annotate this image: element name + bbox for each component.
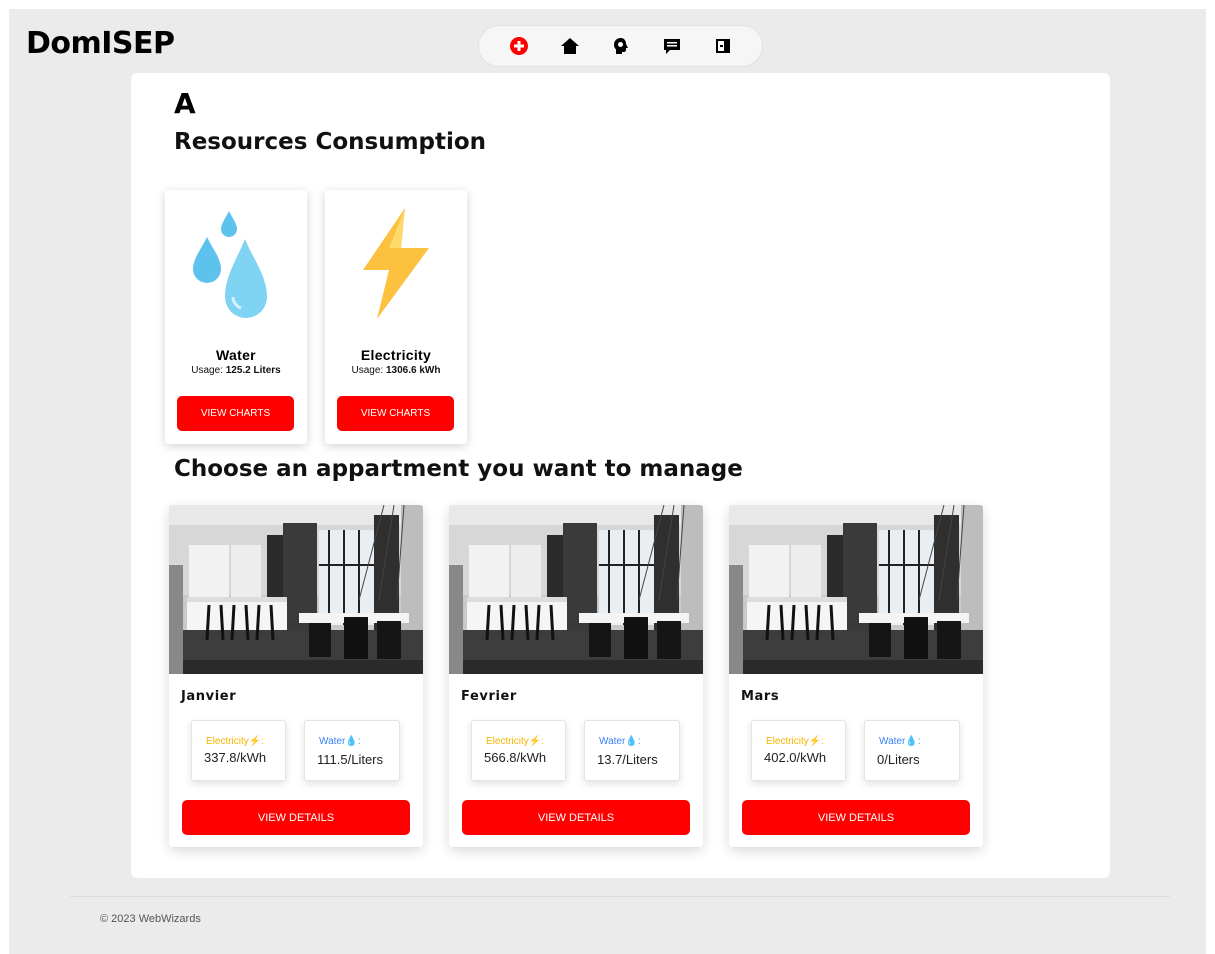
app-brand[interactable]: DomISEP xyxy=(26,26,175,61)
apartment-card: Mars Electricity⚡: 402.0/kWh Water💧: 0/L… xyxy=(729,505,983,847)
apartment-name: Fevrier xyxy=(461,689,517,704)
resource-usage: Usage: 125.2 Liters xyxy=(191,365,281,376)
resource-usage: Usage: 1306.6 kWh xyxy=(351,365,441,376)
view-details-button[interactable]: VIEW DETAILS xyxy=(462,800,690,835)
water-value: 0/Liters xyxy=(877,752,920,767)
bolt-icon: ⚡ xyxy=(528,736,542,747)
water-value: 13.7/Liters xyxy=(597,752,658,767)
home-icon[interactable] xyxy=(558,34,582,58)
water-label: Water💧: xyxy=(599,736,641,747)
view-details-button[interactable]: VIEW DETAILS xyxy=(182,800,410,835)
lightning-icon xyxy=(325,202,467,332)
resources-heading: Resources Consumption xyxy=(174,129,487,155)
apartments-heading: Choose an appartment you want to manage xyxy=(174,456,743,482)
apartment-photo xyxy=(169,505,423,674)
electricity-resource-card: Electricity Usage: 1306.6 kWh VIEW CHART… xyxy=(325,190,467,444)
bolt-icon: ⚡ xyxy=(248,736,262,747)
logout-icon[interactable] xyxy=(711,34,735,58)
electricity-view-charts-button[interactable]: VIEW CHARTS xyxy=(337,396,454,431)
droplet-icon: 💧 xyxy=(905,736,918,747)
top-navbar xyxy=(478,25,763,67)
electricity-stat: Electricity⚡: 566.8/kWh xyxy=(471,720,566,781)
apartment-photo xyxy=(729,505,983,674)
water-value: 111.5/Liters xyxy=(317,752,384,767)
water-drops-icon xyxy=(165,202,307,332)
droplet-icon: 💧 xyxy=(345,736,358,747)
add-circle-icon[interactable] xyxy=(507,34,531,58)
water-label: Water💧: xyxy=(319,736,361,747)
water-stat: Water💧: 111.5/Liters xyxy=(304,720,400,781)
electricity-value: 402.0/kWh xyxy=(764,750,827,765)
building-name: A xyxy=(174,87,196,120)
electricity-stat: Electricity⚡: 337.8/kWh xyxy=(191,720,286,781)
apartment-name: Mars xyxy=(741,689,780,704)
electricity-label: Electricity⚡: xyxy=(206,736,265,747)
electricity-value: 337.8/kWh xyxy=(204,750,267,765)
apartment-card: Fevrier Electricity⚡: 566.8/kWh Water💧: … xyxy=(449,505,703,847)
electricity-stat: Electricity⚡: 402.0/kWh xyxy=(751,720,846,781)
droplet-icon: 💧 xyxy=(625,736,638,747)
main-panel: A Resources Consumption Water Usage: 125… xyxy=(131,73,1110,878)
electricity-label: Electricity⚡: xyxy=(766,736,825,747)
view-details-button[interactable]: VIEW DETAILS xyxy=(742,800,970,835)
apartment-photo xyxy=(449,505,703,674)
apartment-card: Janvier Electricity⚡: 337.8/kWh Water💧: … xyxy=(169,505,423,847)
water-stat: Water💧: 0/Liters xyxy=(864,720,960,781)
resource-name: Water xyxy=(216,347,256,363)
footer-divider xyxy=(70,896,1170,897)
apartment-name: Janvier xyxy=(181,689,237,704)
electricity-value: 566.8/kWh xyxy=(484,750,547,765)
message-icon[interactable] xyxy=(660,34,684,58)
footer-copyright: © 2023 WebWizards xyxy=(100,913,201,925)
electricity-label: Electricity⚡: xyxy=(486,736,545,747)
resource-name: Electricity xyxy=(360,347,432,363)
bolt-icon: ⚡ xyxy=(808,736,822,747)
water-view-charts-button[interactable]: VIEW CHARTS xyxy=(177,396,294,431)
head-idea-icon[interactable] xyxy=(609,34,633,58)
water-resource-card: Water Usage: 125.2 Liters VIEW CHARTS xyxy=(165,190,307,444)
water-stat: Water💧: 13.7/Liters xyxy=(584,720,680,781)
water-label: Water💧: xyxy=(879,736,921,747)
